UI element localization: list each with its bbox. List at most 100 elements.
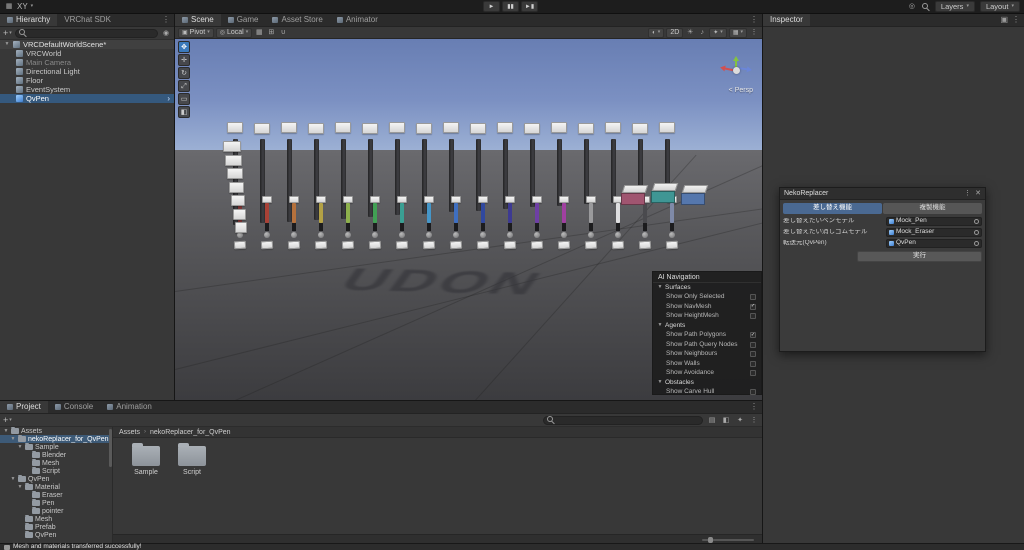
ainav-section-header[interactable]: ▼ Agents — [653, 321, 761, 331]
checkbox[interactable]: ✓ — [750, 332, 756, 339]
foldout-icon[interactable]: ▼ — [4, 42, 10, 47]
project-tree-item[interactable]: Mesh — [0, 514, 112, 523]
breadcrumb-root[interactable]: Assets — [119, 429, 140, 436]
checkbox[interactable] — [750, 360, 756, 367]
status-bar[interactable]: Mesh and materials transferred successfu… — [0, 543, 1024, 550]
tab-scene[interactable]: Scene — [175, 14, 221, 26]
checkbox[interactable] — [750, 351, 756, 358]
folder-tile[interactable]: Sample — [127, 443, 165, 476]
project-tree-item[interactable]: Script — [0, 466, 112, 475]
tab-game[interactable]: Game — [221, 14, 266, 26]
project-tree-item[interactable]: ▼ QvPen — [0, 474, 112, 483]
project-search-input[interactable] — [557, 416, 699, 424]
hierarchy-item[interactable]: VRCWorld — [0, 49, 174, 58]
favorites-icon[interactable]: ✦ — [735, 415, 745, 425]
object-field[interactable]: Mock_Eraser — [886, 228, 982, 237]
rotate-tool-icon[interactable]: ↻ — [178, 67, 190, 79]
2d-toggle[interactable]: 2D — [666, 27, 684, 38]
hierarchy-item[interactable]: Main Camera — [0, 58, 174, 67]
checkbox[interactable] — [750, 389, 756, 396]
foldout-icon[interactable]: ▼ — [17, 444, 23, 450]
project-tree-item[interactable]: Blender — [0, 450, 112, 459]
effects-dropdown[interactable]: ✦ ▾ — [709, 27, 727, 38]
object-picker-icon[interactable] — [974, 230, 979, 235]
project-search[interactable] — [543, 415, 703, 425]
services-icon[interactable]: ◎ — [907, 2, 917, 12]
hierarchy-item[interactable]: EventSystem — [0, 85, 174, 94]
project-tree-item[interactable]: Pen — [0, 498, 112, 507]
foldout-icon[interactable]: ▼ — [10, 436, 16, 442]
ainav-section-header[interactable]: ▼ Surfaces — [653, 283, 761, 293]
object-field[interactable]: QvPen — [886, 239, 982, 248]
grid-icon[interactable]: ▦ — [4, 2, 14, 12]
object-picker-icon[interactable] — [974, 219, 979, 224]
hierarchy-item[interactable]: Directional Light — [0, 67, 174, 76]
tab-project[interactable]: Project — [0, 401, 48, 413]
step-button[interactable]: ►▮ — [521, 1, 538, 12]
transform-tool-icon[interactable]: ◧ — [178, 106, 190, 118]
x-axis-handle[interactable] — [721, 66, 734, 72]
play-button[interactable]: ► — [483, 1, 500, 12]
hierarchy-search[interactable] — [14, 28, 158, 38]
search-icon[interactable] — [921, 2, 930, 11]
execute-button[interactable]: 実行 — [857, 251, 982, 262]
scrollbar[interactable] — [109, 429, 112, 467]
tab-animator[interactable]: Animator — [330, 14, 385, 26]
project-tree-item[interactable]: pointer — [0, 506, 112, 515]
layers-dropdown[interactable]: Layers ▾ — [934, 1, 975, 12]
project-tree-item[interactable]: ▼ Material — [0, 482, 112, 491]
tab-inspector[interactable]: Inspector — [763, 14, 810, 26]
snap-toggle-icon[interactable]: ∪ — [278, 28, 288, 38]
object-picker-icon[interactable] — [974, 241, 979, 246]
pause-button[interactable]: ▮▮ — [502, 1, 519, 12]
checkbox[interactable] — [750, 341, 756, 348]
checkbox[interactable] — [750, 313, 756, 320]
tab-hierarchy[interactable]: Hierarchy — [0, 14, 58, 26]
foldout-icon[interactable]: ▼ — [10, 476, 16, 482]
tab-duplicate-function[interactable]: 複製機能 — [883, 203, 982, 214]
create-asset-button[interactable]: + ▾ — [3, 415, 12, 425]
hierarchy-item[interactable]: Floor — [0, 76, 174, 85]
account-menu[interactable]: XY — [17, 2, 28, 11]
scene-visibility-icon[interactable]: ◉ — [161, 28, 171, 38]
lock-icon[interactable]: ▣ — [1000, 16, 1008, 24]
project-tree-item[interactable]: ▼ nekoReplacer_for_QvPen — [0, 434, 112, 443]
foldout-icon[interactable]: ▼ — [17, 484, 23, 490]
grid-visibility-dropdown[interactable]: ▦ ▾ — [728, 27, 747, 38]
handle-rotation-dropdown[interactable]: ◎ Local ▾ — [215, 27, 253, 38]
hierarchy-item[interactable]: QvPen › — [0, 94, 174, 103]
filter-by-type-icon[interactable]: ▤ — [707, 415, 717, 425]
gizmo-center[interactable] — [733, 67, 740, 74]
pivot-dropdown[interactable]: ▣ Pivot ▾ — [178, 27, 214, 38]
audio-toggle-icon[interactable]: ♪ — [697, 28, 707, 38]
filter-by-label-icon[interactable]: ◧ — [721, 415, 731, 425]
scene-viewport[interactable]: UDON ✥ ✛ ↻ ⤢ ▭ ◧ < Persp AI Navigation ▼ Surfa… — [175, 39, 762, 400]
panel-menu-icon[interactable]: ⋮ — [162, 16, 170, 24]
scale-tool-icon[interactable]: ⤢ — [178, 80, 190, 92]
panel-menu-icon[interactable]: ⋮ — [749, 415, 759, 425]
lighting-toggle-icon[interactable]: ☀ — [685, 28, 695, 38]
slider-knob[interactable] — [708, 536, 713, 543]
object-field[interactable]: Mock_Pen — [886, 217, 982, 226]
folder-tile[interactable]: Script — [173, 443, 211, 476]
project-tree-item[interactable]: Eraser — [0, 490, 112, 499]
tab-asset-store[interactable]: Asset Store — [265, 14, 329, 26]
orientation-gizmo[interactable] — [721, 55, 751, 85]
tab-vrchat-sdk[interactable]: VRChat SDK — [57, 14, 118, 26]
tab-console[interactable]: Console — [48, 401, 100, 413]
breadcrumb-current[interactable]: nekoReplacer_for_QvPen — [150, 429, 231, 436]
thumbnail-size-slider[interactable] — [702, 536, 754, 543]
panel-menu-icon[interactable]: ⋮ — [1012, 16, 1020, 24]
project-tree-item[interactable]: Mesh — [0, 458, 112, 467]
project-tree-item[interactable]: ▼ Sample — [0, 442, 112, 451]
draw-mode-dropdown[interactable]: ◐ ▾ — [648, 27, 665, 38]
hierarchy-search-input[interactable] — [28, 29, 154, 37]
close-icon[interactable]: ✕ — [975, 190, 981, 197]
panel-menu-icon[interactable]: ⋮ — [750, 16, 758, 24]
move-tool-icon[interactable]: ✛ — [178, 54, 190, 66]
foldout-icon[interactable]: ▼ — [3, 428, 9, 434]
view-tool-icon[interactable]: ✥ — [178, 41, 190, 53]
project-tree-item[interactable]: ▼ Assets — [0, 427, 112, 435]
checkbox[interactable]: ✓ — [750, 303, 756, 310]
project-tree-item[interactable]: QvPen — [0, 530, 112, 539]
